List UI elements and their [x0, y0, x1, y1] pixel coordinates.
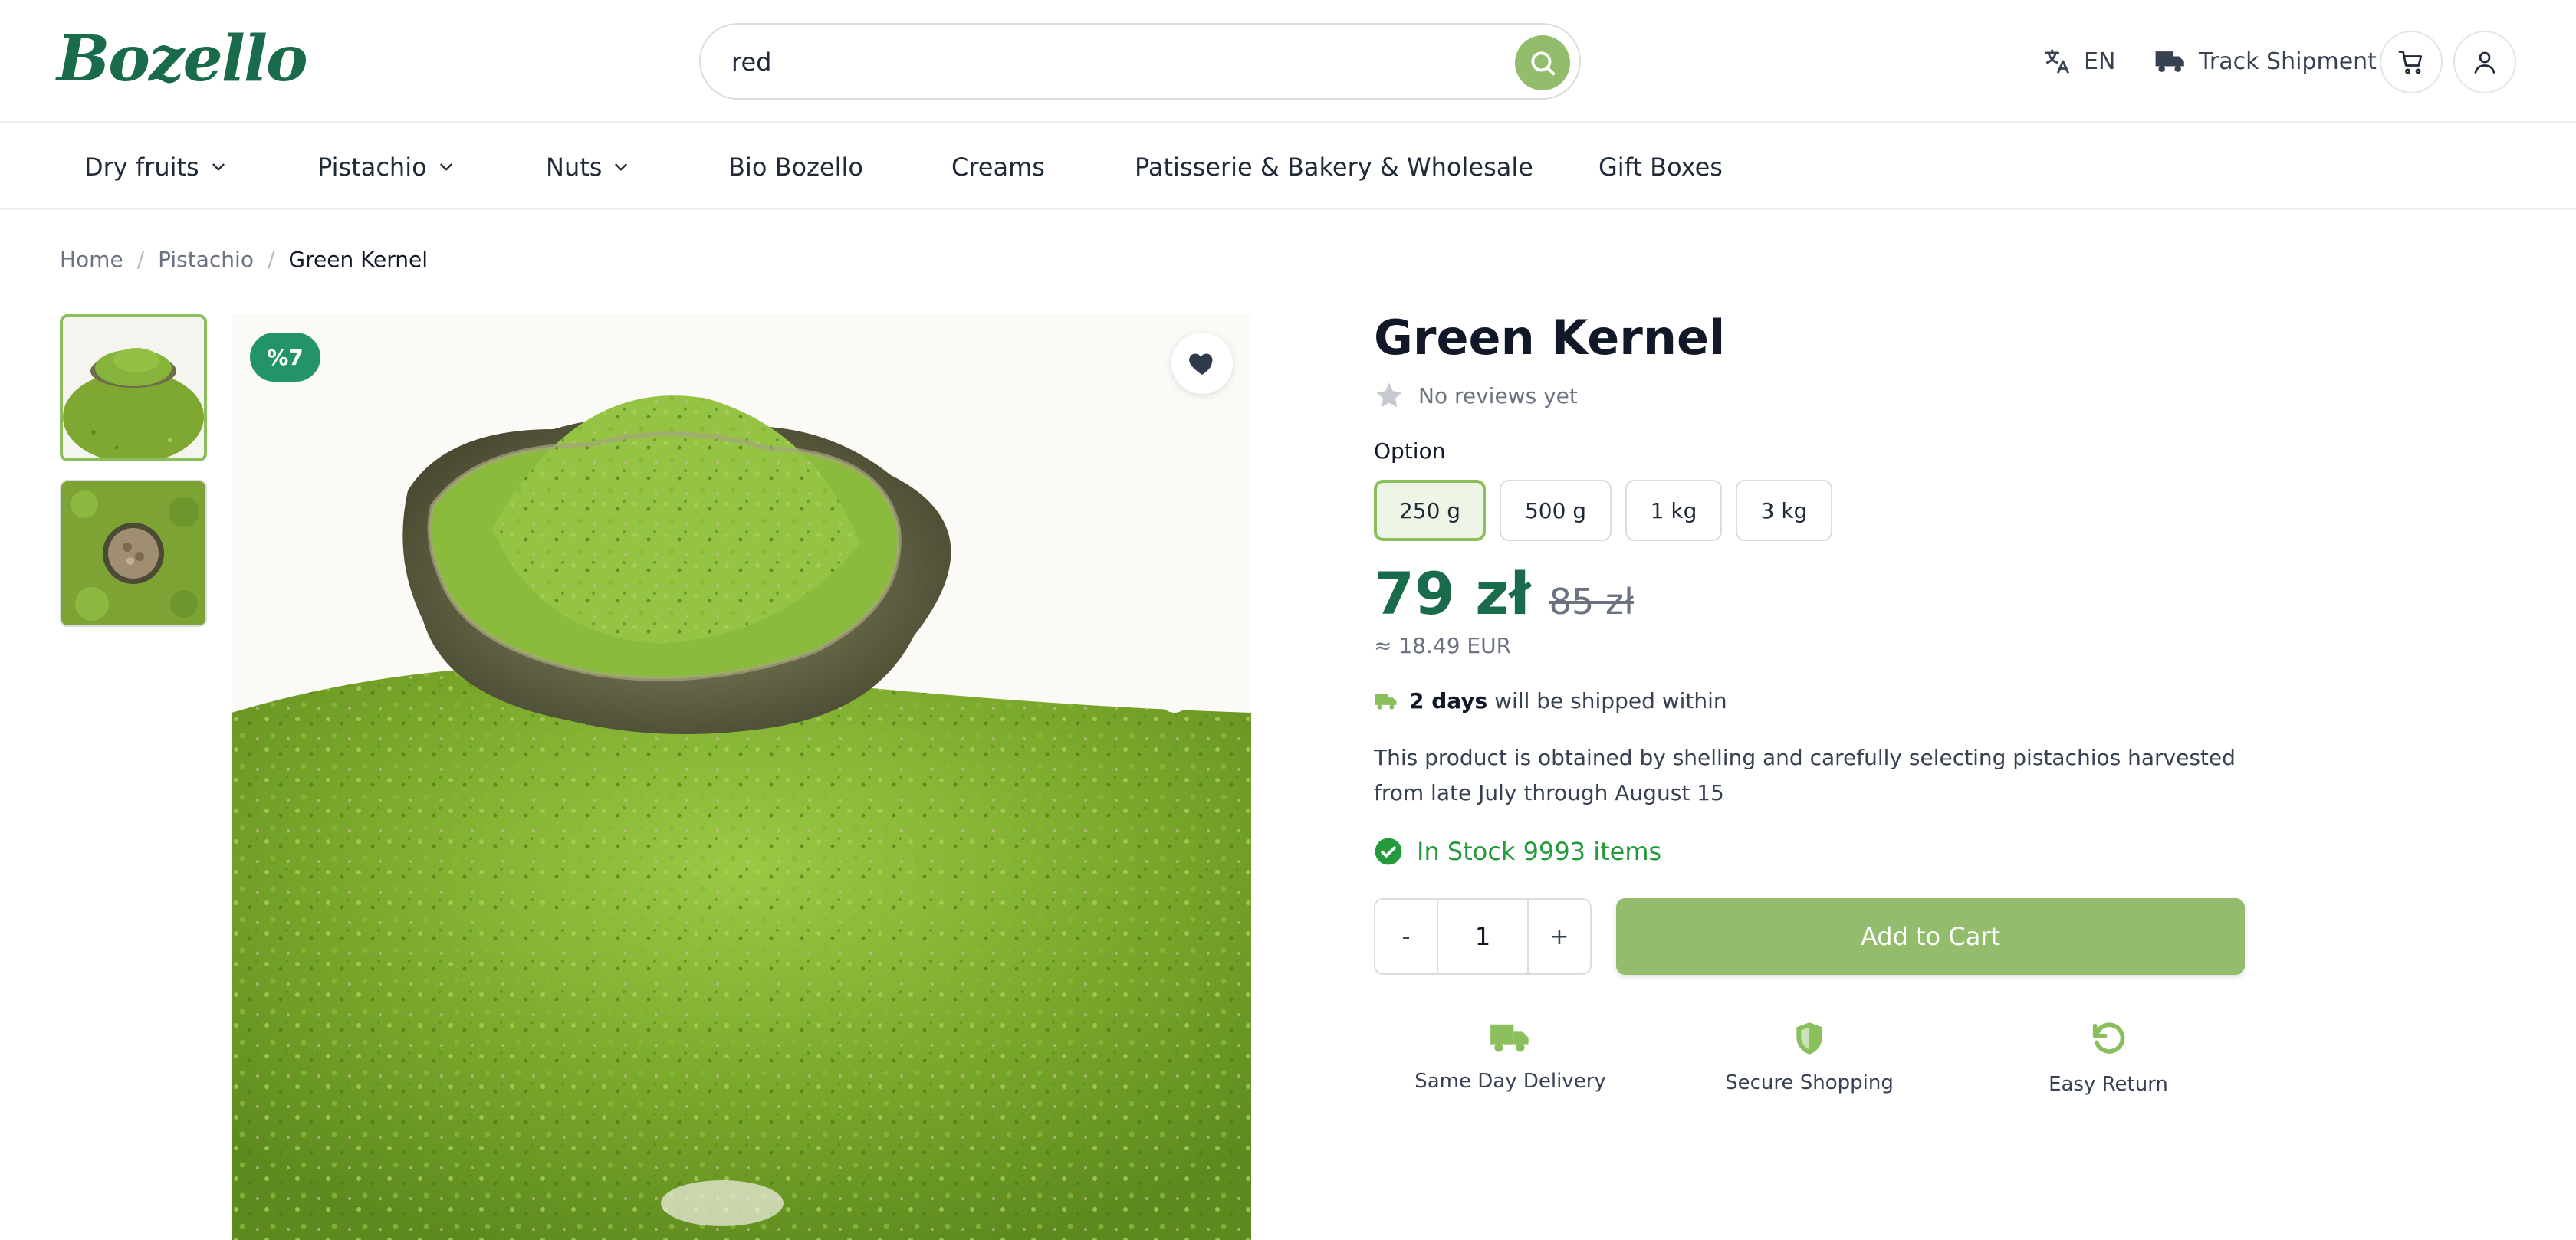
reviews-summary[interactable]: No reviews yet [1374, 380, 1578, 411]
cart-button[interactable] [2380, 31, 2443, 93]
feature-label: Secure Shopping [1725, 1071, 1894, 1094]
option-group: 250 g 500 g 1 kg 3 kg [1374, 480, 1832, 541]
truck-icon [1375, 693, 1397, 710]
shipping-info: 2 days will be shipped within [1374, 688, 1727, 713]
breadcrumb-category[interactable]: Pistachio [158, 247, 254, 272]
truck-icon [1490, 1024, 1529, 1052]
quantity-increase-button[interactable]: + [1529, 900, 1590, 973]
thumbnail-2[interactable] [60, 480, 207, 627]
stock-label: In Stock 9993 items [1417, 837, 1662, 866]
quantity-decrease-button[interactable]: - [1375, 900, 1437, 973]
return-icon [2092, 1022, 2125, 1054]
shield-icon [1796, 1022, 1822, 1055]
search-bar [699, 23, 1581, 100]
shipping-days: 2 days [1409, 688, 1488, 713]
option-250g[interactable]: 250 g [1374, 480, 1486, 541]
chevron-down-icon [615, 163, 628, 171]
old-price: 85 zł [1549, 581, 1635, 622]
nav-item-label: Patisserie & Bakery & Wholesale [1135, 153, 1533, 182]
track-shipment-label: Track Shipment [2199, 48, 2377, 75]
breadcrumb-separator: / [136, 247, 145, 272]
quantity-stepper: - 1 + [1374, 898, 1592, 975]
nav-item-dry-fruits[interactable]: Dry fruits [84, 146, 228, 189]
nav-item-label: Dry fruits [84, 153, 199, 182]
star-icon [1376, 382, 1402, 408]
current-price: 79 zł [1374, 559, 1531, 628]
price-block: 79 zł 85 zł [1374, 559, 1634, 628]
cart-icon [2398, 51, 2423, 74]
user-icon [2474, 51, 2496, 74]
stock-status: In Stock 9993 items [1374, 837, 1661, 866]
breadcrumb: Home / Pistachio / Green Kernel [60, 247, 428, 272]
nav-item-nuts[interactable]: Nuts [546, 146, 631, 189]
breadcrumb-home[interactable]: Home [60, 247, 123, 272]
header: Bozello EN Track Shipment [0, 0, 2576, 123]
shipping-text: will be shipped within [1494, 688, 1727, 713]
feature-secure-shopping: Secure Shopping [1694, 1019, 1924, 1094]
product-main-image[interactable] [232, 314, 1251, 1240]
feature-list: Same Day Delivery Secure Shopping Easy R… [1380, 1019, 2254, 1104]
nav-item-label: Gift Boxes [1598, 153, 1723, 182]
quantity-input[interactable]: 1 [1437, 900, 1529, 973]
heart-icon [1189, 353, 1213, 375]
logo[interactable]: Bozello [57, 28, 308, 90]
feature-same-day-delivery: Same Day Delivery [1395, 1019, 1625, 1093]
chevron-down-icon [439, 163, 452, 171]
product-description: This product is obtained by shelling and… [1374, 745, 2236, 805]
feature-label: Easy Return [2049, 1073, 2168, 1096]
reviews-label: No reviews yet [1418, 382, 1578, 408]
breadcrumb-current: Green Kernel [288, 247, 429, 272]
nav-item-label: Creams [951, 153, 1045, 182]
nav-item-label: Bio Bozello [728, 153, 863, 182]
language-label: EN [2084, 48, 2116, 75]
nav-item-patisserie[interactable]: Patisserie & Bakery & Wholesale [1135, 146, 1533, 189]
search-input[interactable] [731, 41, 1421, 83]
favorite-button[interactable] [1171, 333, 1233, 394]
feature-label: Same Day Delivery [1414, 1070, 1606, 1093]
nav-item-label: Pistachio [317, 153, 427, 182]
account-button[interactable] [2453, 31, 2516, 93]
truck-icon [2155, 51, 2184, 72]
translate-icon [2045, 49, 2069, 74]
track-shipment-link[interactable]: Track Shipment [2154, 40, 2377, 83]
option-3kg[interactable]: 3 kg [1736, 480, 1832, 541]
nav-item-gift-boxes[interactable]: Gift Boxes [1598, 146, 1723, 189]
discount-badge: %7 [250, 333, 320, 382]
check-circle-icon [1375, 838, 1402, 865]
feature-easy-return: Easy Return [1993, 1019, 2223, 1096]
nav-item-creams[interactable]: Creams [951, 146, 1045, 189]
main-nav: Dry fruits Pistachio Nuts Bio Bozello Cr… [0, 124, 2576, 210]
thumbnail-1[interactable] [60, 314, 207, 461]
nav-item-bio-bozello[interactable]: Bio Bozello [728, 146, 863, 189]
nav-item-pistachio[interactable]: Pistachio [317, 146, 456, 189]
product-thumbnail-image [63, 317, 204, 458]
nav-item-label: Nuts [546, 153, 603, 182]
add-to-cart-button[interactable]: Add to Cart [1616, 898, 2245, 975]
product-thumbnail-image [61, 481, 205, 625]
option-1kg[interactable]: 1 kg [1625, 480, 1722, 541]
search-button[interactable] [1515, 35, 1570, 90]
option-500g[interactable]: 500 g [1500, 480, 1612, 541]
option-label: Option [1374, 438, 1446, 464]
search-icon [1531, 51, 1556, 76]
chevron-down-icon [212, 163, 225, 171]
language-selector[interactable]: EN [2042, 40, 2115, 83]
product-title: Green Kernel [1374, 310, 1726, 366]
breadcrumb-separator: / [267, 247, 275, 272]
eur-price: ≈ 18.49 EUR [1374, 633, 1512, 658]
product-photo [232, 314, 1251, 1240]
